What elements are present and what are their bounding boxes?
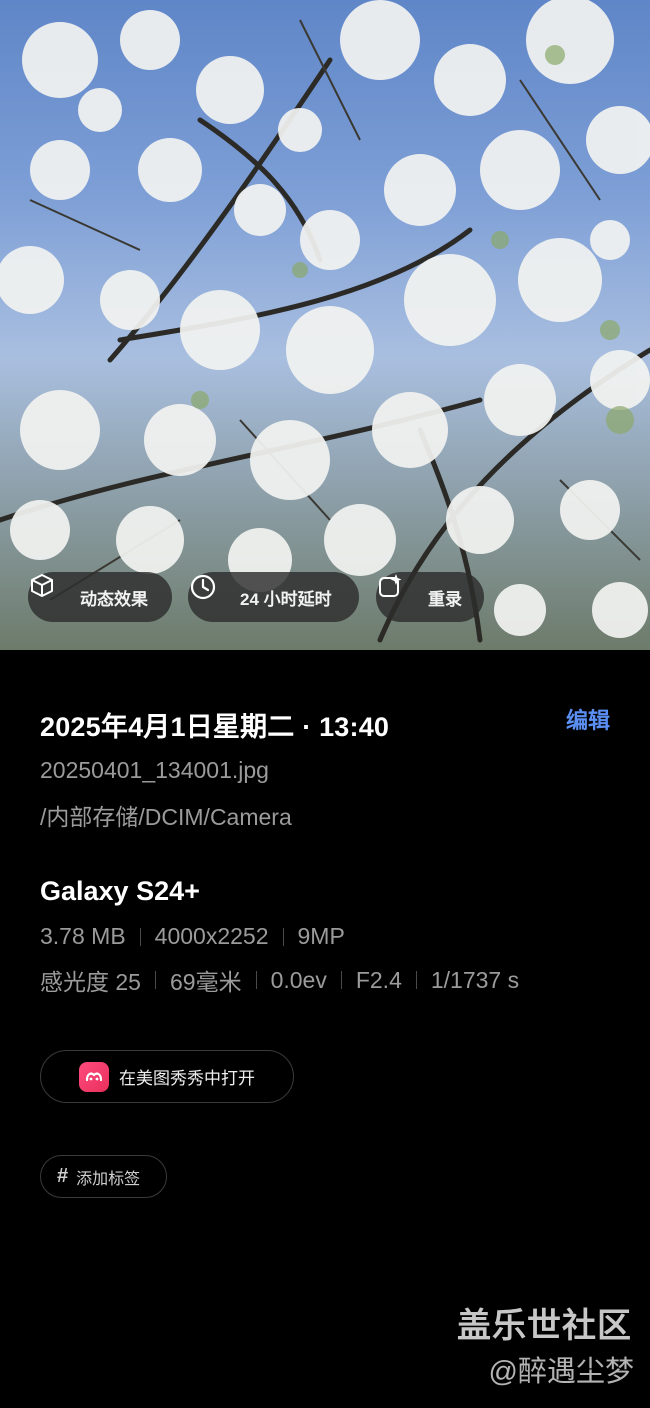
cherry-blossom-photo — [0, 0, 650, 643]
aperture: F2.4 — [355, 966, 402, 993]
divider — [139, 927, 141, 946]
remaster-label: 重录 — [428, 589, 462, 609]
iso-value: 感光度 25 — [40, 969, 141, 995]
file-path: /内部存储/DCIM/Camera — [40, 804, 292, 830]
divider — [255, 971, 257, 989]
divider — [154, 971, 156, 989]
watermark-author: @醉遇尘梦 — [488, 1356, 634, 1388]
motion-cube-icon — [31, 574, 72, 612]
add-tag-button[interactable]: # 添加标签 — [40, 1155, 167, 1198]
megapixels: 9MP — [297, 923, 345, 949]
file-size: 3.78 MB — [40, 923, 126, 949]
motion-effect-button[interactable]: 动态效果 — [28, 572, 172, 622]
focal-length: 69毫米 — [169, 969, 242, 995]
meitu-app-icon — [79, 1061, 109, 1092]
file-info-row: 3.78 MB 4000x2252 9MP — [40, 923, 610, 950]
shutter-speed: 1/1737 s — [430, 966, 520, 993]
open-in-meitu-button[interactable]: 在美图秀秀中打开 — [40, 1050, 294, 1103]
image-resolution: 4000x2252 — [154, 923, 269, 949]
add-tag-label: 添加标签 — [76, 1170, 141, 1188]
timelapse-label: 24 小时延时 — [240, 589, 332, 609]
divider — [340, 971, 342, 989]
edit-button[interactable]: 编辑 — [566, 703, 610, 735]
divider — [415, 971, 417, 989]
motion-effect-label: 动态效果 — [80, 589, 148, 609]
hashtag-icon: # — [57, 1165, 69, 1187]
file-name: 20250401_134001.jpg — [40, 757, 269, 783]
exposure-value: 0.0ev — [270, 966, 327, 993]
remaster-sparkle-icon — [379, 574, 420, 612]
remaster-button[interactable]: 重录 — [376, 572, 484, 622]
divider — [282, 927, 284, 946]
exif-row: 感光度 25 69毫米 0.0ev F2.4 1/1737 s — [40, 963, 610, 997]
photo-image[interactable]: 动态效果 24 小时延时 重录 — [0, 0, 650, 650]
open-in-meitu-label: 在美图秀秀中打开 — [119, 1069, 255, 1088]
photo-datetime: 2025年4月1日星期二 · 13:40 — [40, 712, 390, 742]
timelapse-button[interactable]: 24 小时延时 — [188, 572, 359, 622]
timelapse-clock-icon — [190, 574, 232, 612]
watermark-community: 盖乐世社区 — [457, 1307, 632, 1345]
device-model: Galaxy S24+ — [40, 876, 200, 906]
